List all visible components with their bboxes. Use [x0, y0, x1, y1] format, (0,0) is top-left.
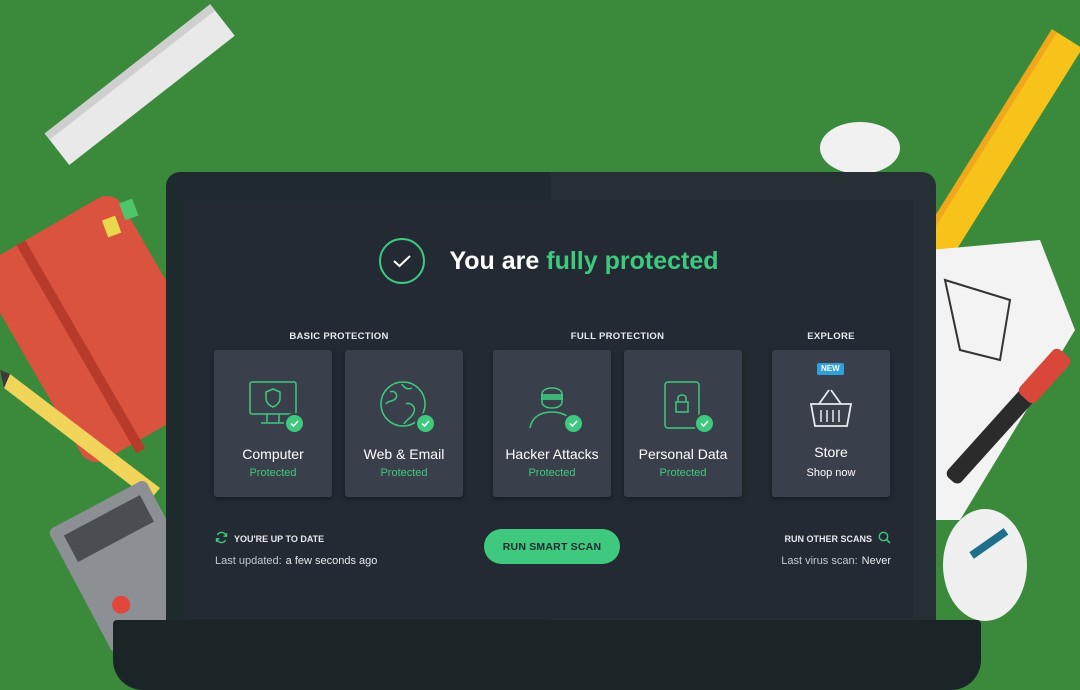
app-window: You are fully protected BASIC PROTECTION… — [185, 200, 913, 619]
status-check-icon — [379, 238, 426, 284]
new-badge: NEW — [817, 363, 844, 375]
section-full-protection: FULL PROTECTION — [570, 331, 665, 342]
update-status: YOU'RE UP TO DATE Last updated: a few sec… — [215, 531, 377, 567]
tile-status: Shop now — [806, 467, 856, 479]
protected-check-icon — [563, 413, 584, 434]
monitor-shield-icon — [245, 380, 305, 434]
run-other-scans-label: RUN OTHER SCANS — [784, 533, 872, 544]
tile-web-email[interactable]: Web & Email Protected — [345, 350, 463, 497]
last-updated-value: a few seconds ago — [285, 555, 378, 567]
update-heading: YOU'RE UP TO DATE — [234, 533, 325, 544]
status-title-prefix: You are — [449, 246, 547, 275]
protected-check-icon — [415, 413, 436, 434]
basket-icon — [803, 386, 859, 438]
globe-icon — [376, 380, 436, 434]
search-icon — [878, 531, 891, 546]
hacker-icon — [524, 380, 584, 434]
tile-personal-data[interactable]: Personal Data Protected — [624, 350, 742, 497]
tile-title: Computer — [242, 446, 304, 462]
refresh-icon[interactable] — [215, 531, 228, 546]
tile-status: Protected — [528, 467, 576, 479]
protected-check-icon — [284, 413, 305, 434]
tile-status: Protected — [249, 467, 297, 479]
tile-title: Web & Email — [363, 446, 445, 462]
section-basic-protection: BASIC PROTECTION — [289, 331, 389, 342]
protection-status-header: You are fully protected — [185, 236, 913, 286]
last-scan-value: Never — [861, 555, 891, 567]
lock-icon — [655, 380, 715, 434]
last-scan-label: Last virus scan: — [781, 555, 858, 567]
tile-title: Hacker Attacks — [505, 446, 599, 462]
other-scans: RUN OTHER SCANS Last virus scan: Never — [781, 531, 891, 567]
ruler-white — [44, 4, 235, 166]
laptop-base — [113, 620, 981, 690]
tile-hacker-attacks[interactable]: Hacker Attacks Protected — [493, 350, 611, 497]
protected-check-icon — [694, 413, 715, 434]
tile-status: Protected — [380, 467, 428, 479]
run-smart-scan-button[interactable]: RUN SMART SCAN — [484, 529, 620, 564]
tile-store[interactable]: NEW Store Shop now — [772, 350, 890, 497]
tile-title: Personal Data — [638, 446, 728, 462]
status-title: You are fully protected — [449, 247, 718, 276]
ruler-yellow — [919, 29, 1080, 261]
section-explore: EXPLORE — [807, 331, 855, 342]
tile-title: Store — [814, 444, 848, 460]
tile-status: Protected — [659, 467, 707, 479]
status-title-highlight: fully protected — [546, 246, 719, 275]
last-updated-label: Last updated: — [215, 555, 282, 567]
mouse — [943, 509, 1027, 621]
run-other-scans-link[interactable]: RUN OTHER SCANS — [781, 531, 891, 546]
tile-computer[interactable]: Computer Protected — [214, 350, 332, 497]
